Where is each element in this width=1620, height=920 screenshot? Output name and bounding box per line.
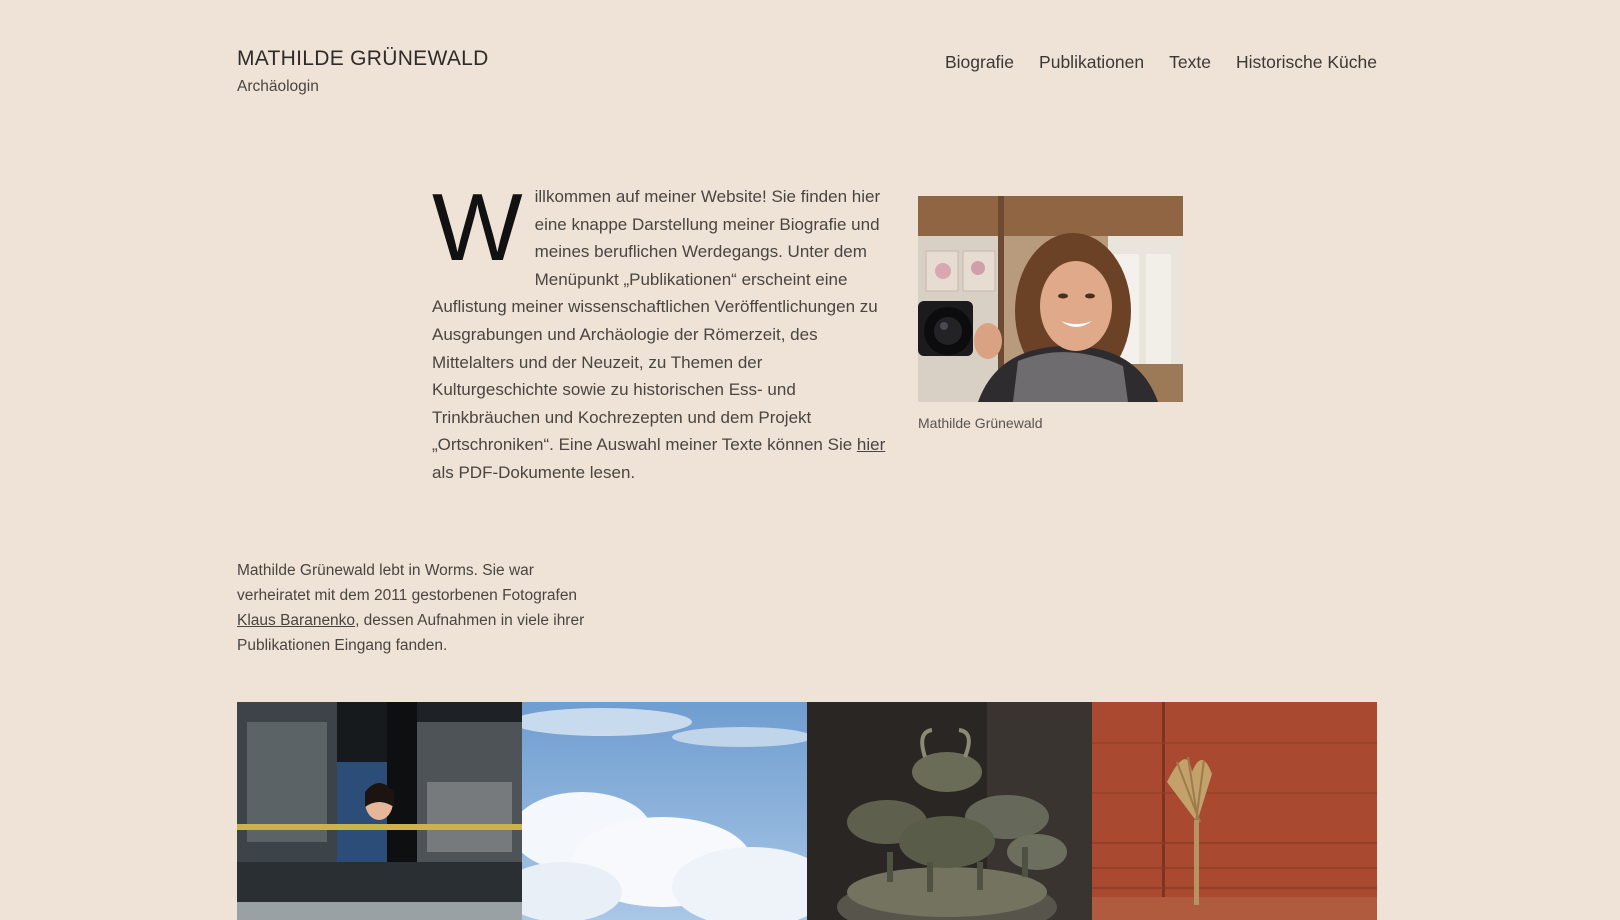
gallery-photo-sky[interactable] bbox=[522, 702, 807, 920]
nav-item-publikationen[interactable]: Publikationen bbox=[1039, 52, 1144, 73]
gallery-photo-bronze-bulls[interactable] bbox=[807, 702, 1092, 920]
intro-paragraph: Willkommen auf meiner Website! Sie finde… bbox=[432, 174, 892, 487]
bio-paragraph: Mathilde Grünewald lebt in Worms. Sie wa… bbox=[237, 558, 597, 658]
photo-gallery bbox=[237, 702, 1377, 920]
main-navigation: Biografie Publikationen Texte Historisch… bbox=[945, 52, 1377, 73]
site-tagline: Archäologin bbox=[237, 78, 319, 95]
gallery-photo-brick-wall-broom[interactable] bbox=[1092, 702, 1377, 920]
bio-text: Mathilde Grünewald lebt in Worms. Sie wa… bbox=[237, 562, 578, 604]
intro-dropcap: W bbox=[432, 174, 523, 281]
nav-item-texte[interactable]: Texte bbox=[1169, 52, 1211, 73]
gallery-photo-bus[interactable] bbox=[237, 702, 522, 920]
intro-text-end: als PDF-Dokumente lesen. bbox=[432, 462, 636, 482]
portrait-caption: Mathilde Grünewald bbox=[918, 415, 1043, 431]
site-title[interactable]: MATHILDE GRÜNEWALD bbox=[237, 47, 489, 71]
pdf-texts-link[interactable]: hier bbox=[857, 435, 885, 454]
photographer-link[interactable]: Klaus Baranenko bbox=[237, 612, 355, 629]
portrait-photo bbox=[918, 196, 1183, 402]
nav-item-historische-kueche[interactable]: Historische Küche bbox=[1236, 52, 1377, 73]
nav-item-biografie[interactable]: Biografie bbox=[945, 52, 1014, 73]
